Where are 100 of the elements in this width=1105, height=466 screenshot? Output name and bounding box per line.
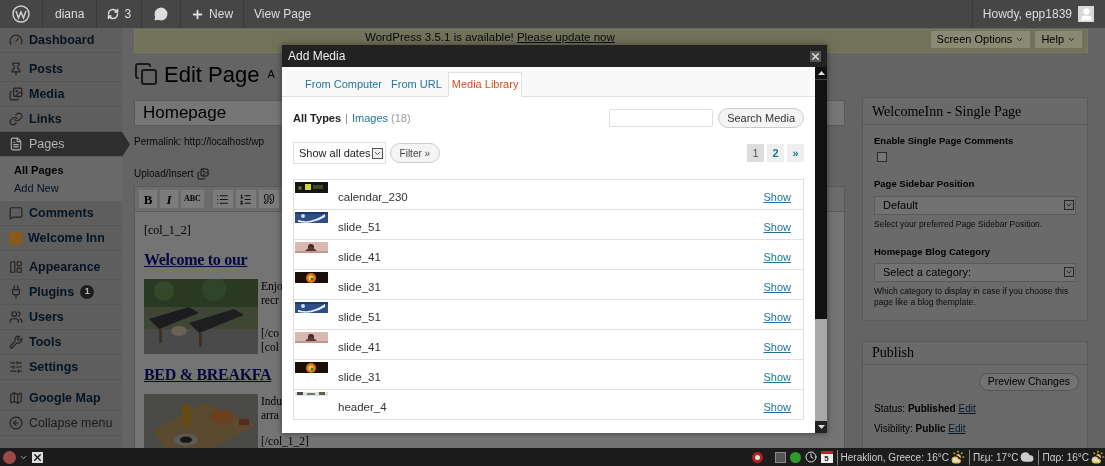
heading-link[interactable]: Welcome to our — [144, 249, 248, 271]
menu-item[interactable]: Plugins 1 — [0, 280, 122, 305]
tab[interactable]: Media Library — [447, 72, 523, 97]
menu-item[interactable]: Welcome Inn — [0, 226, 122, 251]
checkbox[interactable] — [877, 152, 887, 163]
show-link[interactable]: Show — [763, 279, 791, 296]
status-icon[interactable] — [789, 451, 801, 463]
status-text: Status: Published Edit — [874, 401, 977, 416]
media-row[interactable]: slide_51 Show — [294, 210, 803, 240]
quote-button[interactable] — [258, 190, 279, 208]
edit-link[interactable]: Edit — [958, 402, 976, 414]
weather-text[interactable]: Παρ: 16°C — [1042, 449, 1089, 465]
logo-icon[interactable] — [12, 5, 30, 23]
page-link[interactable]: » — [787, 144, 804, 162]
weather-text[interactable]: Πεμ: 17°C — [973, 449, 1019, 465]
show-link[interactable]: Show — [763, 399, 791, 416]
file-name: calendar_230 — [338, 190, 408, 205]
page-link[interactable]: 2 — [767, 144, 784, 162]
preview-button[interactable]: Preview Changes — [978, 372, 1079, 391]
menu-item[interactable]: Settings — [0, 355, 122, 380]
view-page-link[interactable]: View Page — [244, 0, 322, 28]
calendar-icon[interactable]: 5 — [820, 451, 833, 463]
media-icon[interactable] — [197, 167, 210, 180]
screen-tab[interactable]: Screen Options — [930, 31, 1031, 48]
bullet-list-button[interactable] — [212, 190, 233, 208]
sliders-icon — [9, 360, 23, 374]
dropdown[interactable]: Default — [874, 195, 1076, 215]
submenu-item[interactable]: Add New — [0, 179, 122, 197]
body-text: [/col_1_2] — [261, 434, 309, 448]
media-row[interactable]: slide_51 Show — [294, 300, 803, 330]
show-link[interactable]: Show — [763, 219, 791, 236]
filter-button[interactable]: Filter » — [389, 143, 441, 163]
file-name: slide_41 — [338, 250, 381, 265]
menu-item[interactable]: Posts — [0, 57, 122, 82]
date-dropdown[interactable]: Show all dates — [293, 142, 386, 164]
format-button[interactable]: B — [139, 190, 157, 208]
status-text: Visibility: Public Edit — [874, 421, 967, 436]
link-icon — [9, 112, 23, 126]
map-icon — [9, 391, 23, 405]
account-link[interactable]: Howdy, epp1839 — [971, 0, 1105, 28]
heading-link[interactable]: BED & BREAKFA — [144, 364, 272, 386]
upload-label: Upload/Insert — [134, 167, 194, 181]
file-name: slide_51 — [338, 310, 381, 325]
record-icon[interactable] — [751, 451, 763, 463]
gauge-icon — [9, 33, 23, 47]
submenu-item[interactable]: All Pages — [0, 161, 122, 179]
media-row[interactable]: calendar_230 Show — [294, 180, 803, 210]
screen-tab[interactable]: Help — [1035, 31, 1082, 48]
close-icon[interactable] — [32, 451, 43, 463]
comment-icon[interactable] — [154, 7, 169, 21]
pages-icon — [9, 137, 23, 151]
new-link[interactable]: New — [181, 0, 245, 28]
type-filter[interactable]: All Types — [293, 109, 342, 127]
show-link[interactable]: Show — [763, 189, 791, 206]
file-name: slide_41 — [338, 340, 381, 355]
tab[interactable]: From Computer — [302, 72, 386, 97]
app-icon[interactable] — [3, 450, 16, 464]
format-button[interactable]: ABC — [181, 190, 204, 208]
weather-text[interactable]: Heraklion, Greece: 16°C — [840, 449, 950, 465]
add-new-button[interactable]: A — [267, 65, 275, 83]
media-row[interactable]: slide_31 Show — [294, 270, 803, 300]
menu-item[interactable]: Appearance — [0, 255, 122, 280]
menu-item[interactable]: Users — [0, 305, 122, 330]
caret-icon — [1064, 200, 1074, 210]
media-row[interactable]: slide_41 Show — [294, 330, 803, 360]
update-link[interactable]: Please update now — [516, 31, 615, 43]
menu-item[interactable]: Dashboard — [0, 28, 122, 53]
show-link[interactable]: Show — [763, 369, 791, 386]
menu-item[interactable]: Media — [0, 82, 122, 107]
menu-item[interactable]: Google Map — [0, 386, 122, 411]
menu-item[interactable]: Tools — [0, 330, 122, 355]
quote-icon — [262, 193, 275, 205]
show-link[interactable]: Show — [763, 249, 791, 266]
search-button[interactable]: Search Media — [718, 108, 804, 128]
clock-icon[interactable] — [804, 451, 817, 463]
dropdown[interactable]: Select a category: — [874, 262, 1076, 282]
show-link[interactable]: Show — [763, 339, 791, 356]
list-icon — [216, 192, 230, 206]
search-field[interactable] — [609, 109, 714, 127]
numbered-list-button[interactable] — [235, 190, 256, 208]
media-row[interactable]: slide_31 Show — [294, 360, 803, 390]
arrow-circle-icon — [9, 416, 23, 430]
close-icon[interactable] — [810, 50, 821, 62]
file-name: slide_31 — [338, 280, 381, 295]
media-row[interactable]: slide_41 Show — [294, 240, 803, 270]
type-filter[interactable]: Images (18) — [351, 109, 411, 127]
separator-text: | — [345, 110, 348, 126]
edit-link[interactable]: Edit — [948, 422, 966, 434]
format-button[interactable]: I — [160, 190, 178, 208]
body-text: Enjo — [261, 279, 283, 293]
page-link[interactable]: 1 — [747, 144, 764, 162]
tab[interactable]: From URL — [388, 72, 445, 97]
pin-icon — [9, 62, 23, 76]
scrollbar[interactable] — [815, 67, 827, 433]
file-name: slide_31 — [338, 370, 381, 385]
caret-icon — [1064, 267, 1074, 278]
menu-item[interactable]: Comments — [0, 201, 122, 226]
media-row[interactable]: header_4 Show — [294, 390, 803, 420]
square-icon — [9, 231, 22, 245]
show-link[interactable]: Show — [763, 309, 791, 326]
